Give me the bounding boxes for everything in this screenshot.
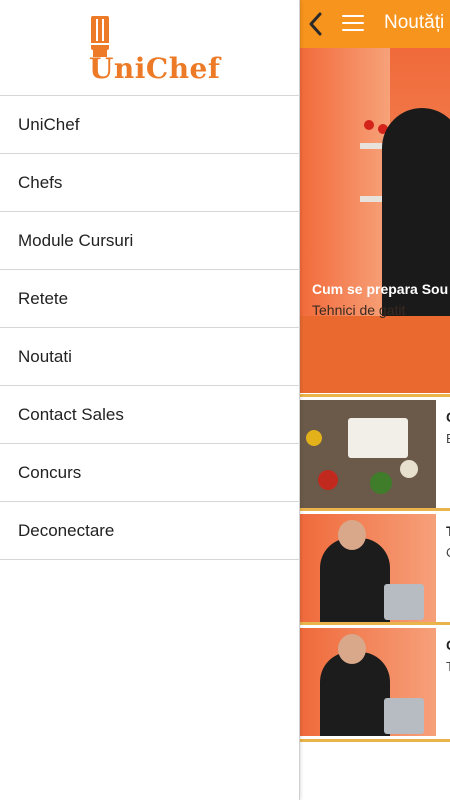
drawer-item-unichef[interactable]: UniChef: [0, 96, 300, 154]
card-thumbnail: [300, 628, 436, 736]
veg-decor: [400, 460, 418, 478]
drawer-item-label: Concurs: [18, 463, 82, 482]
card-thumbnail: [300, 400, 436, 508]
veg-decor: [370, 472, 392, 494]
hero-decor: [364, 120, 374, 130]
navigation-drawer: UniChef UniChef Chefs Module Cursuri Ret…: [0, 0, 300, 800]
chef-head: [338, 520, 366, 550]
drawer-item-concurs[interactable]: Concurs: [0, 444, 300, 502]
drawer-item-deconectare[interactable]: Deconectare: [0, 502, 300, 560]
drawer-item-retete[interactable]: Retete: [0, 270, 300, 328]
drawer-item-label: Noutati: [18, 347, 72, 366]
hero-image: [300, 48, 390, 318]
veg-decor: [306, 430, 322, 446]
drawer-item-label: Contact Sales: [18, 405, 124, 424]
brand-logo: UniChef: [89, 52, 221, 85]
pot: [384, 584, 424, 620]
hamburger-menu-icon[interactable]: [342, 15, 364, 33]
drawer-item-label: Chefs: [18, 173, 63, 192]
drawer-item-chefs[interactable]: Chefs: [0, 154, 300, 212]
hero-caption-bar: [300, 316, 450, 393]
drawer-item-label: Module Cursuri: [18, 231, 134, 250]
drawer-item-contact-sales[interactable]: Contact Sales: [0, 386, 300, 444]
news-card[interactable]: T C: [300, 508, 450, 622]
chef-figure: [320, 652, 390, 736]
drawer-header: UniChef: [0, 0, 300, 96]
card-subtitle: E: [446, 431, 450, 446]
news-card[interactable]: C T: [300, 622, 450, 736]
news-screen: Noutăți Cum se prepara Sou Tehnici de ga…: [300, 0, 450, 800]
featured-category: Tehnici de gatit: [312, 302, 406, 318]
drawer-menu: UniChef Chefs Module Cursuri Retete Nout…: [0, 96, 300, 560]
chef-figure: [320, 538, 390, 622]
app-bar: Noutăți: [300, 0, 450, 48]
cutting-board: [348, 418, 408, 458]
chef-head: [338, 634, 366, 664]
drawer-item-label: Retete: [18, 289, 69, 308]
drawer-item-label: UniChef: [18, 115, 80, 134]
veg-decor: [318, 470, 338, 490]
drawer-item-noutati[interactable]: Noutati: [0, 328, 300, 386]
chevron-left-icon[interactable]: [306, 10, 326, 38]
card-divider: [300, 739, 450, 742]
card-thumbnail: [300, 514, 436, 622]
page-title: Noutăți: [384, 12, 445, 33]
chef-hat-icon: [91, 16, 109, 57]
card-subtitle: C: [446, 545, 450, 560]
drawer-item-module-cursuri[interactable]: Module Cursuri: [0, 212, 300, 270]
featured-article[interactable]: [300, 48, 450, 393]
card-title: T: [446, 523, 450, 539]
pot: [384, 698, 424, 734]
drawer-item-label: Deconectare: [18, 521, 115, 540]
card-title: C: [446, 409, 450, 425]
news-card[interactable]: C E: [300, 394, 450, 508]
card-subtitle: T: [446, 659, 450, 674]
card-title: C: [446, 637, 450, 653]
featured-title: Cum se prepara Sou: [312, 281, 449, 297]
